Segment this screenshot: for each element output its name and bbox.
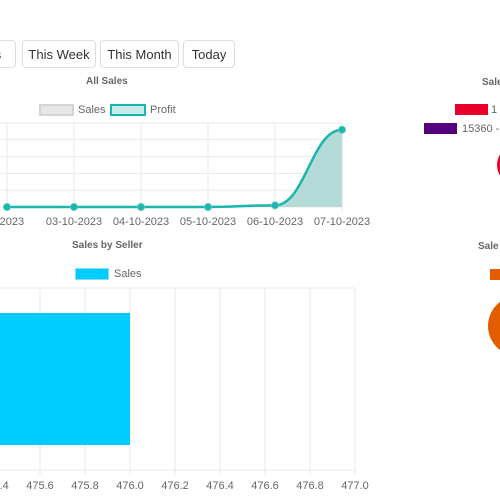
sales-bar — [0, 313, 130, 445]
pie1-title: Sale — [482, 77, 500, 88]
pie1-legend-swatch-1[interactable] — [455, 104, 488, 115]
x-tick-label: 476.0 — [116, 480, 144, 492]
x-tick-label: 476.8 — [296, 480, 324, 492]
x-tick-label: 476.6 — [251, 480, 279, 492]
x-tick-label: 477.0 — [341, 480, 369, 492]
pie2-legend-swatch[interactable] — [490, 269, 500, 280]
pie2-slice[interactable] — [488, 296, 500, 356]
x-tick-label: 475.6 — [26, 480, 54, 492]
pie1-legend-label-1[interactable]: 1 — [491, 104, 497, 116]
pie1-legend-label-2[interactable]: 15360 - — [462, 123, 500, 135]
x-tick-label: 475.8 — [71, 480, 99, 492]
pie2-title: Sale — [478, 241, 499, 252]
pie1-legend-swatch-2[interactable] — [424, 123, 457, 134]
x-tick-label: 476.2 — [161, 480, 189, 492]
x-tick-label: 476.4 — [206, 480, 234, 492]
x-tick-label: 475.4 — [0, 480, 9, 492]
sales-by-seller-chart: 475.4 475.6 475.8 476.0 476.2 476.4 476.6 476.8… — [0, 287, 369, 492]
right-pie-charts: Sale 1 15360 - Sale — [424, 77, 500, 356]
